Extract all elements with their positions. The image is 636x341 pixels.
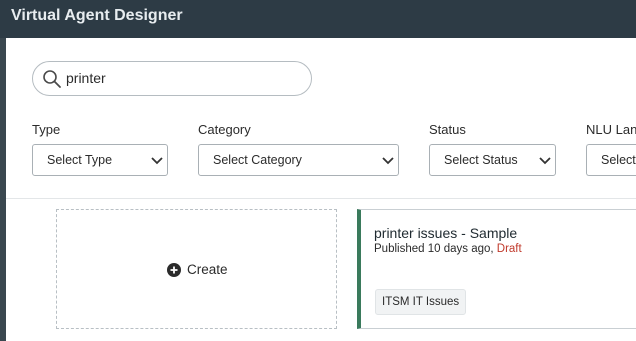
divider: [6, 198, 636, 199]
type-filter-label: Type: [32, 122, 61, 137]
nlu-lang-filter-label: NLU Lang: [586, 122, 636, 137]
chevron-down-icon: [382, 157, 394, 165]
title-bar: Virtual Agent Designer: [0, 0, 636, 38]
create-topic-card[interactable]: Create: [56, 209, 337, 329]
plus-circle-icon: [167, 262, 181, 277]
search-input[interactable]: printer: [32, 61, 312, 96]
app-title: Virtual Agent Designer: [11, 7, 183, 24]
topic-title[interactable]: printer issues - Sample: [374, 225, 517, 241]
status-select[interactable]: Select Status: [429, 144, 556, 176]
chevron-down-icon: [151, 157, 163, 165]
category-tag: ITSM IT Issues: [375, 289, 467, 315]
published-age: 10 days ago,: [427, 243, 494, 255]
nlu-lang-select[interactable]: Select: [586, 144, 636, 176]
category-filter-label: Category: [198, 122, 251, 137]
create-button[interactable]: Create: [167, 262, 228, 277]
category-select[interactable]: Select Category: [198, 144, 399, 176]
status-filter-label: Status: [429, 122, 466, 137]
status-select-value: Select Status: [444, 153, 518, 167]
search-icon: [43, 70, 61, 88]
published-status: Published: [374, 243, 425, 255]
category-select-value: Select Category: [213, 153, 302, 167]
draft-status: Draft: [496, 243, 522, 255]
chevron-down-icon: [539, 157, 551, 165]
topic-meta: Published 10 days ago, Draft: [374, 243, 522, 255]
create-label: Create: [187, 262, 228, 277]
type-select[interactable]: Select Type: [32, 144, 168, 176]
nlu-lang-select-value: Select: [601, 153, 636, 167]
topic-card[interactable]: printer issues - Sample Published 10 day…: [357, 209, 636, 329]
search-value: printer: [66, 70, 106, 86]
type-select-value: Select Type: [47, 153, 113, 167]
